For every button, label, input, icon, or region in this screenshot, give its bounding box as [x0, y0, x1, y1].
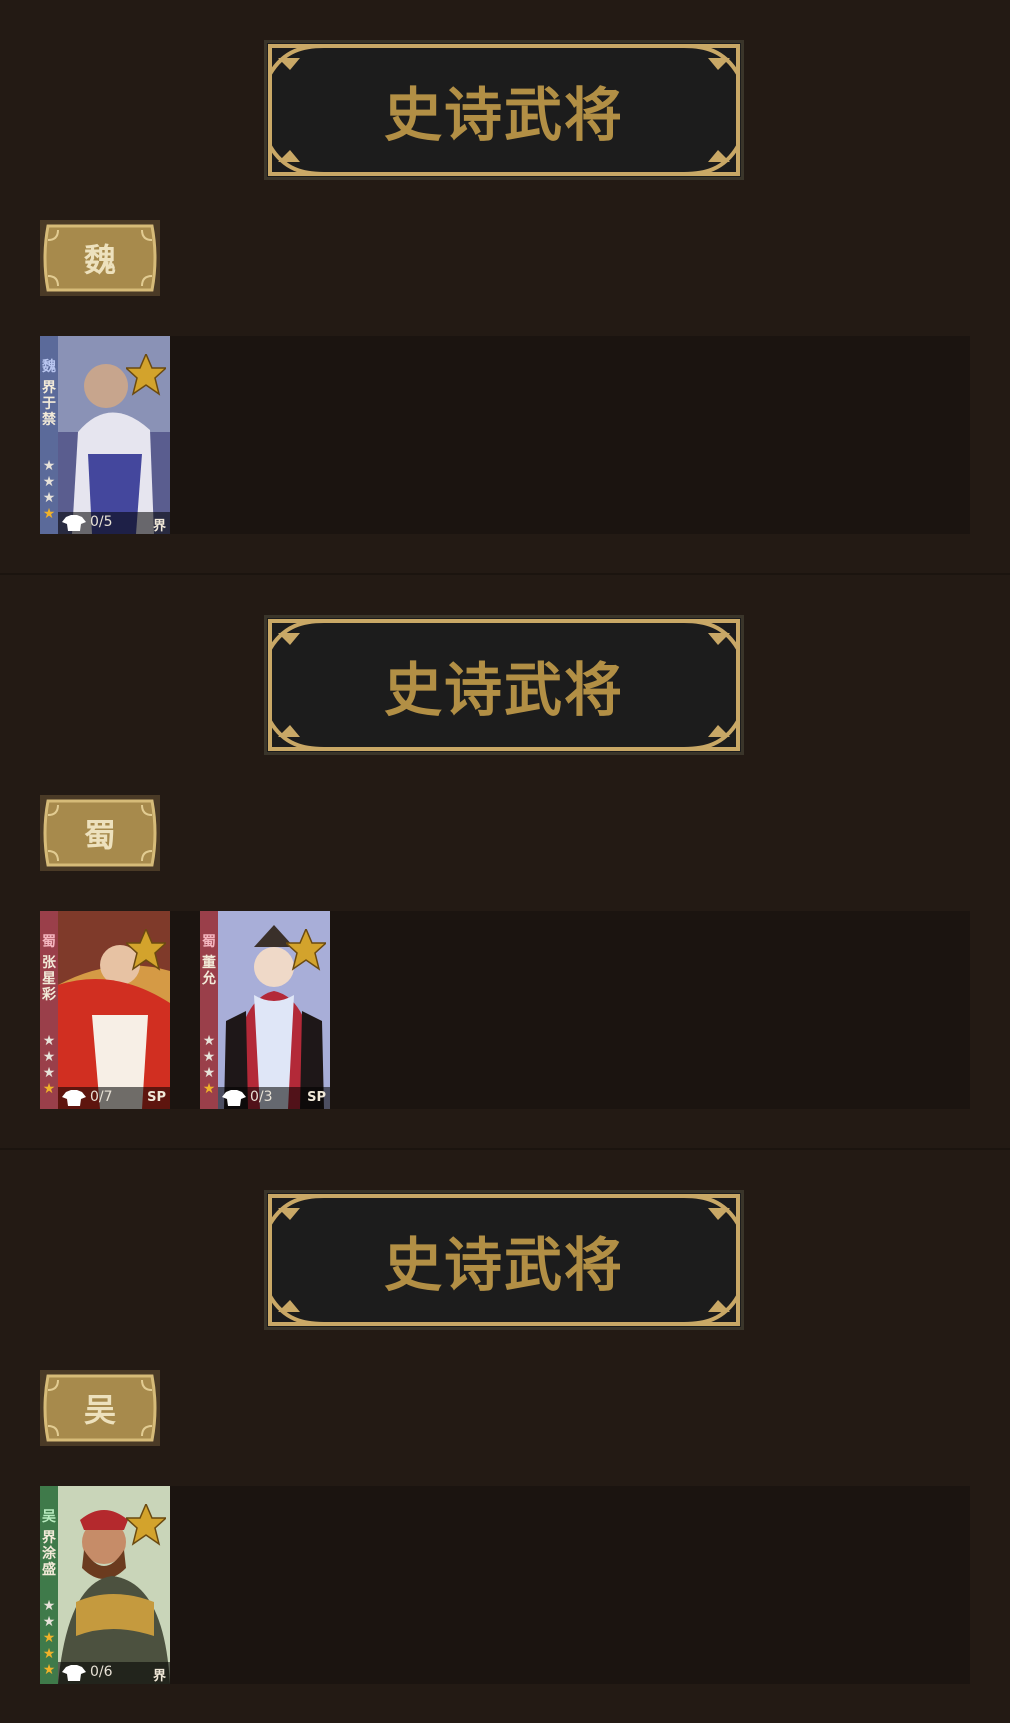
skin-count: 0/5 — [90, 514, 113, 530]
faction-label: 蜀 — [83, 816, 116, 854]
section-banner: 史诗武将 — [264, 1190, 744, 1330]
star-filled-icon: ★ — [42, 506, 56, 522]
general-card-row: 蜀 张星彩 ★ ★ ★ ★ 0/7 SP 蜀 董允 ★ ★ ★ ★ 0/3 SP — [40, 911, 970, 1109]
card-general-name: 董允 — [202, 955, 216, 987]
faction-tab-wei[interactable]: 魏 — [40, 220, 160, 296]
epic-badge-icon — [126, 929, 166, 973]
skin-shirt-icon — [62, 1665, 86, 1681]
card-general-name: 界涂盛 — [42, 1530, 56, 1578]
card-footer: 0/3 SP — [218, 1087, 330, 1109]
card-faction-char: 蜀 — [42, 934, 56, 950]
epic-badge-icon — [126, 354, 166, 398]
skin-shirt-icon — [62, 515, 86, 531]
star-filled-icon: ★ — [42, 1646, 56, 1662]
section-banner: 史诗武将 — [264, 40, 744, 180]
skin-count: 0/6 — [90, 1664, 113, 1680]
star-empty-icon: ★ — [202, 1049, 216, 1065]
general-type-badge: 界 — [152, 519, 166, 534]
faction-label: 吴 — [83, 1391, 116, 1429]
faction-label: 魏 — [83, 241, 116, 279]
star-empty-icon: ★ — [42, 490, 56, 506]
general-card[interactable]: 蜀 张星彩 ★ ★ ★ ★ 0/7 SP — [40, 911, 170, 1109]
star-empty-icon: ★ — [202, 1065, 216, 1081]
star-filled-icon: ★ — [42, 1662, 56, 1678]
card-faction-char: 魏 — [42, 359, 56, 375]
general-card-row: 吴 界涂盛 ★ ★ ★ ★ ★ 0/6 界 — [40, 1486, 970, 1684]
epic-badge-icon — [286, 929, 326, 973]
card-general-name: 界于禁 — [42, 380, 56, 428]
star-empty-icon: ★ — [42, 474, 56, 490]
skin-count: 0/3 — [250, 1089, 273, 1105]
skin-shirt-icon — [62, 1090, 86, 1106]
section-shu: 史诗武将 蜀 蜀 张星彩 ★ ★ ★ ★ 0/7 SP 蜀 董允 ★ ★ ★ ★… — [0, 573, 1010, 1148]
card-stars: ★ ★ ★ ★ — [201, 1033, 217, 1097]
general-card[interactable]: 蜀 董允 ★ ★ ★ ★ 0/3 SP — [200, 911, 330, 1109]
faction-tab-wu[interactable]: 吴 — [40, 1370, 160, 1446]
card-side-strip: 吴 界涂盛 ★ ★ ★ ★ ★ — [40, 1486, 58, 1684]
general-type-badge: 界 — [152, 1669, 166, 1684]
skin-count: 0/7 — [90, 1089, 113, 1105]
card-side-strip: 蜀 董允 ★ ★ ★ ★ — [200, 911, 218, 1109]
general-card[interactable]: 吴 界涂盛 ★ ★ ★ ★ ★ 0/6 界 — [40, 1486, 170, 1684]
card-general-name: 张星彩 — [42, 955, 56, 1003]
card-side-strip: 蜀 张星彩 ★ ★ ★ ★ — [40, 911, 58, 1109]
star-empty-icon: ★ — [42, 458, 56, 474]
star-filled-icon: ★ — [42, 1081, 56, 1097]
star-empty-icon: ★ — [42, 1065, 56, 1081]
star-empty-icon: ★ — [42, 1049, 56, 1065]
card-stars: ★ ★ ★ ★ — [41, 1033, 57, 1097]
star-empty-icon: ★ — [42, 1033, 56, 1049]
card-stars: ★ ★ ★ ★ — [41, 458, 57, 522]
star-empty-icon: ★ — [42, 1614, 56, 1630]
skin-shirt-icon — [222, 1090, 246, 1106]
general-card-row: 魏 界于禁 ★ ★ ★ ★ 0/5 界 — [40, 336, 970, 534]
star-empty-icon: ★ — [202, 1033, 216, 1049]
section-wu: 史诗武将 吴 吴 界涂盛 ★ ★ ★ ★ ★ 0/6 界 — [0, 1148, 1010, 1723]
faction-tab-shu[interactable]: 蜀 — [40, 795, 160, 871]
card-footer: 0/5 界 — [58, 512, 170, 534]
card-side-strip: 魏 界于禁 ★ ★ ★ ★ — [40, 336, 58, 534]
general-type-badge: SP — [307, 1090, 326, 1105]
star-filled-icon: ★ — [42, 1630, 56, 1646]
star-filled-icon: ★ — [202, 1081, 216, 1097]
general-type-badge: SP — [147, 1090, 166, 1105]
card-footer: 0/7 SP — [58, 1087, 170, 1109]
section-wei: 史诗武将 魏 魏 界于禁 ★ ★ ★ ★ 0/5 界 — [0, 0, 1010, 573]
card-stars: ★ ★ ★ ★ ★ — [41, 1598, 57, 1678]
card-faction-char: 蜀 — [202, 934, 216, 950]
card-faction-char: 吴 — [42, 1509, 56, 1525]
card-footer: 0/6 界 — [58, 1662, 170, 1684]
section-banner: 史诗武将 — [264, 615, 744, 755]
banner-title: 史诗武将 — [383, 656, 624, 724]
star-empty-icon: ★ — [42, 1598, 56, 1614]
banner-title: 史诗武将 — [383, 1231, 624, 1299]
epic-badge-icon — [126, 1504, 166, 1548]
banner-title: 史诗武将 — [383, 81, 624, 149]
general-card[interactable]: 魏 界于禁 ★ ★ ★ ★ 0/5 界 — [40, 336, 170, 534]
